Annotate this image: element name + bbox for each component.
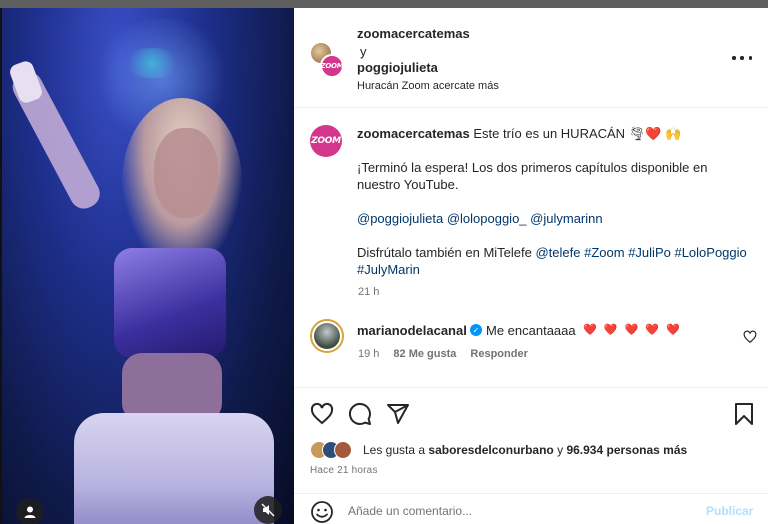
more-options-button[interactable] — [732, 52, 752, 64]
emoji-icon[interactable] — [310, 500, 334, 524]
hand — [7, 59, 45, 105]
mute-icon — [261, 503, 275, 517]
caption-paragraph: Disfrútalo también en MiTelefe — [357, 245, 532, 260]
comment-meta: 19 h 82 Me gusta Responder — [358, 348, 528, 360]
comment-time[interactable]: 19 h — [358, 348, 379, 360]
post-timestamp[interactable]: Hace 21 horas — [310, 465, 378, 476]
comment-text: Me encantaaaa — [486, 323, 576, 338]
caption-time[interactable]: 21 h — [358, 286, 379, 298]
comment-username[interactable]: marianodelacanal — [357, 323, 467, 338]
performer-top — [114, 248, 226, 358]
caption-paragraph: ¡Terminó la espera! Los dos primeros cap… — [357, 160, 708, 192]
user-tag-button[interactable] — [16, 498, 44, 524]
user-tag-icon — [24, 506, 36, 518]
actions-section: Les gusta a saboresdelconurbano y 96.934… — [294, 387, 768, 524]
zoom-logo: ZOOM — [311, 136, 341, 146]
mention-link[interactable]: @telefe — [535, 245, 580, 260]
hashtag-link[interactable]: #Zoom — [584, 245, 624, 260]
post-panel: ZOOM zoomacercatemas y poggiojulieta Hur… — [294, 8, 768, 524]
mention-link[interactable]: @julymarinn — [530, 211, 602, 226]
comments-section[interactable]: ZOOM zoomacercatemas Este trío es un HUR… — [294, 109, 768, 387]
hashtag-link[interactable]: #JuliPo — [628, 245, 671, 260]
avatar[interactable]: ZOOM — [320, 54, 344, 78]
verified-icon: ✓ — [470, 324, 482, 336]
hashtag-link[interactable]: #LoloPoggio — [674, 245, 746, 260]
avatar-image — [314, 323, 340, 349]
header-username[interactable]: zoomacercatemas — [357, 26, 470, 41]
likes-prefix: Les gusta a — [363, 443, 426, 457]
likes-connector: y — [557, 443, 564, 457]
avatar — [334, 441, 352, 459]
mention-link[interactable]: @lolopoggio_ — [447, 211, 527, 226]
more-icon — [740, 56, 744, 60]
performer-pants — [74, 413, 274, 524]
add-comment-row: Publicar — [294, 493, 768, 524]
comment-emojis: ❤️ ❤️ ❤️ ❤️ ❤️ — [583, 324, 682, 336]
header-and: y — [360, 44, 367, 59]
caption-username[interactable]: zoomacercatemas — [357, 126, 470, 141]
comment-likes[interactable]: 82 Me gusta — [393, 348, 456, 360]
avatar[interactable]: ZOOM — [310, 125, 342, 157]
avatar[interactable] — [310, 319, 344, 353]
post-header: ZOOM zoomacercatemas y poggiojulieta Hur… — [294, 8, 768, 108]
collab-avatars[interactable]: ZOOM — [310, 42, 344, 78]
comment-icon[interactable] — [348, 402, 372, 426]
publish-button[interactable]: Publicar — [706, 504, 753, 518]
caption-line: Este trío es un HURACÁN 🌪❤️ 🙌 — [473, 126, 682, 141]
mention-link[interactable]: @poggiojulieta — [357, 211, 443, 226]
post-media[interactable] — [2, 8, 294, 524]
heart-icon[interactable] — [743, 330, 757, 344]
heart-icon[interactable] — [310, 402, 334, 426]
audio-link[interactable]: Huracán Zoom acercate más — [357, 80, 499, 92]
likes-summary[interactable]: Les gusta a saboresdelconurbano y 96.934… — [363, 443, 687, 457]
more-icon — [748, 56, 752, 60]
reply-button[interactable]: Responder — [470, 348, 527, 360]
liker-username[interactable]: saboresdelconurbano — [428, 443, 553, 457]
comment-input[interactable] — [348, 504, 688, 518]
caption: zoomacercatemas Este trío es un HURACÁN … — [357, 125, 747, 295]
zoom-logo: ZOOM — [320, 62, 344, 70]
bookmark-icon[interactable] — [732, 402, 756, 426]
more-icon — [732, 56, 736, 60]
window-top-bar — [0, 0, 768, 8]
liker-avatars — [310, 441, 358, 461]
mute-button[interactable] — [254, 496, 282, 524]
header-username[interactable]: poggiojulieta — [357, 60, 438, 75]
performer-face — [154, 128, 218, 218]
share-icon[interactable] — [386, 402, 410, 426]
stage-light-teal — [122, 48, 182, 78]
likes-others[interactable]: 96.934 personas más — [566, 443, 687, 457]
hashtag-link[interactable]: #JulyMarin — [357, 262, 420, 277]
